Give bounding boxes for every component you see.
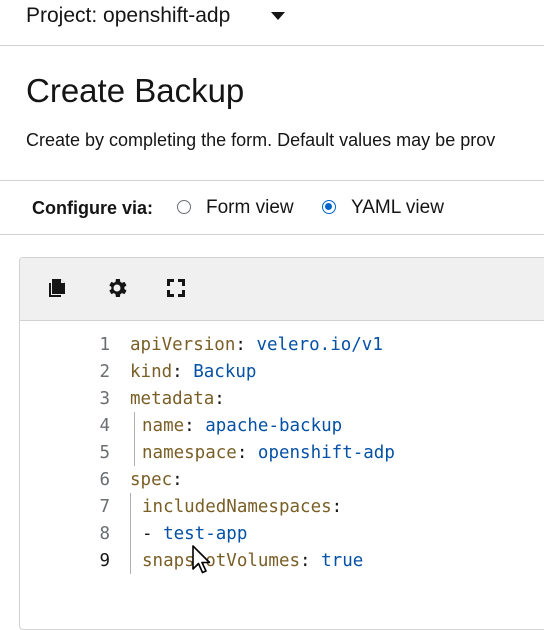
yaml-separator: : xyxy=(172,362,194,382)
expand-icon[interactable] xyxy=(164,276,188,300)
yaml-editor[interactable]: 1 apiVersion: velero.io/v1 2 kind: Backu… xyxy=(19,257,544,630)
project-selector-bar: Project: openshift-adp xyxy=(0,0,544,46)
yaml-separator: : xyxy=(236,443,258,463)
page-title: Create Backup xyxy=(26,72,245,109)
code-line: 3 metadata: xyxy=(20,386,544,413)
gear-icon[interactable] xyxy=(105,276,129,300)
yaml-separator: : xyxy=(172,470,183,490)
yaml-separator: : xyxy=(300,551,322,571)
line-number: 3 xyxy=(99,389,110,409)
yaml-list-dash: - xyxy=(142,524,164,544)
yaml-key: snapshotVolumes xyxy=(142,551,301,571)
form-view-radio[interactable] xyxy=(177,200,191,214)
code-line: 6 spec: xyxy=(20,467,544,494)
yaml-key: name xyxy=(142,416,185,436)
copy-icon[interactable] xyxy=(46,276,70,300)
code-line: 2 kind: Backup xyxy=(20,359,544,386)
yaml-key: kind xyxy=(130,362,173,382)
configure-via-bar: Configure via: Form view YAML view xyxy=(0,180,544,235)
yaml-separator: : xyxy=(331,497,343,517)
code-line-active: 9 snapshotVolumes: true xyxy=(20,548,544,575)
code-line: 7 includedNamespaces: xyxy=(20,494,544,521)
yaml-value: Backup xyxy=(193,362,257,382)
yaml-value: apache-backup xyxy=(205,416,343,436)
code-line: 8 - test-app xyxy=(20,521,544,548)
yaml-view-radio[interactable] xyxy=(322,200,336,214)
line-number: 4 xyxy=(99,416,110,436)
yaml-key: apiVersion xyxy=(130,335,236,355)
line-number: 6 xyxy=(99,470,110,490)
line-number: 8 xyxy=(99,524,110,544)
yaml-separator: : xyxy=(235,335,257,355)
yaml-view-label[interactable]: YAML view xyxy=(351,197,444,219)
caret-down-icon[interactable] xyxy=(271,12,285,20)
yaml-key: includedNamespaces xyxy=(142,497,332,517)
page-description: Create by completing the form. Default v… xyxy=(26,130,496,150)
mouse-pointer-icon xyxy=(191,545,213,580)
code-line: 1 apiVersion: velero.io/v1 xyxy=(20,332,544,359)
code-line: 5 namespace: openshift-adp xyxy=(20,440,544,467)
yaml-value: test-app xyxy=(163,524,248,544)
yaml-key: spec xyxy=(130,470,173,490)
yaml-separator: : xyxy=(214,389,225,409)
form-view-label[interactable]: Form view xyxy=(206,197,294,219)
project-selector[interactable]: Project: openshift-adp xyxy=(26,4,230,28)
editor-toolbar xyxy=(20,258,544,321)
yaml-value: velero.io/v1 xyxy=(256,335,383,355)
yaml-key: namespace xyxy=(142,443,237,463)
line-number: 1 xyxy=(99,335,110,355)
yaml-key: metadata xyxy=(130,389,215,409)
code-line: 4 name: apache-backup xyxy=(20,413,544,440)
configure-via-label: Configure via: xyxy=(32,198,154,218)
yaml-value: openshift-adp xyxy=(257,443,395,463)
yaml-value: true xyxy=(321,551,364,571)
line-number: 2 xyxy=(99,362,110,382)
line-number: 5 xyxy=(99,443,110,463)
line-number: 7 xyxy=(99,497,110,517)
line-number: 9 xyxy=(99,551,110,571)
yaml-separator: : xyxy=(184,416,206,436)
